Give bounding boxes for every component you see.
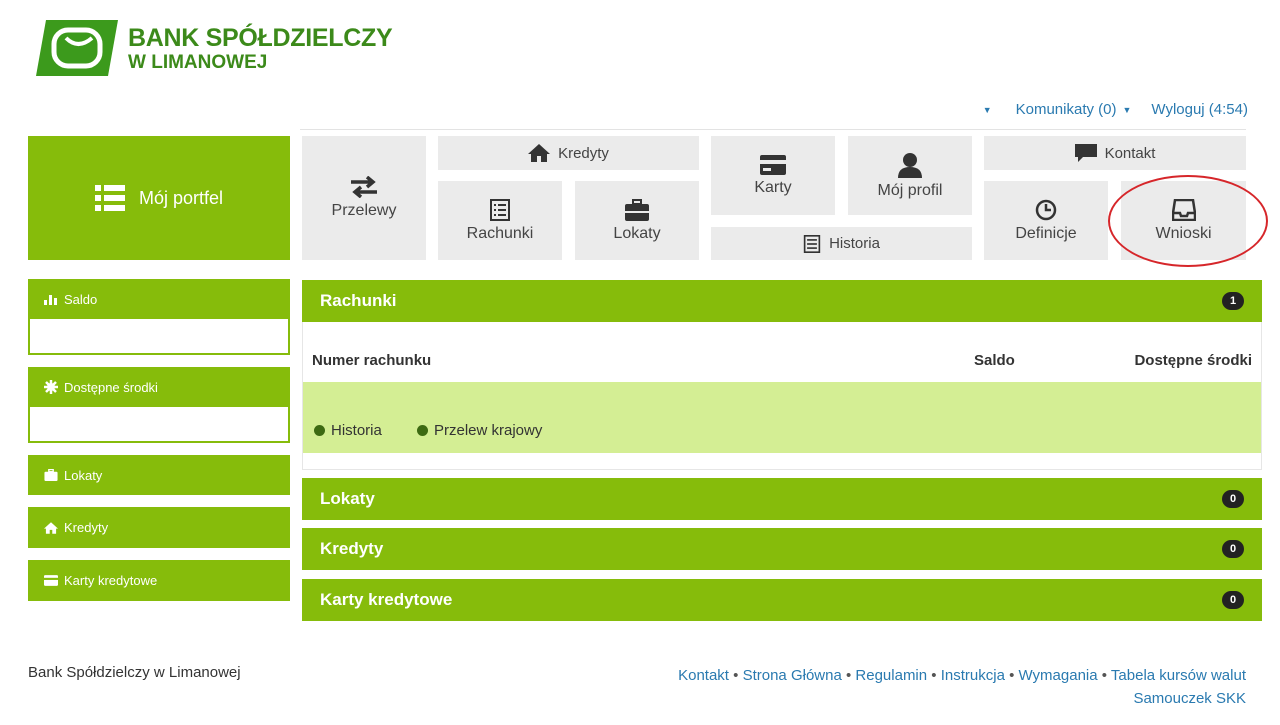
footer-bank-name: Bank Spółdzielczy w Limanowej <box>28 664 241 681</box>
gear-icon <box>44 380 58 394</box>
briefcase-small-icon <box>44 469 58 481</box>
moj-profil-label: Mój profil <box>877 181 943 199</box>
kredyty-tile[interactable]: Kredyty <box>438 136 699 170</box>
przelewy-label: Przelewy <box>331 202 397 219</box>
sidebar-kredyty-label: Kredyty <box>64 520 109 535</box>
list-icon <box>94 185 125 211</box>
kredyty-tile-label: Kredyty <box>558 144 609 162</box>
chat-bubble-icon <box>1074 144 1097 162</box>
historia-link-label: Historia <box>331 422 382 439</box>
ledger-icon <box>490 198 510 221</box>
karty-tile-label: Karty <box>754 178 792 196</box>
briefcase-icon <box>625 198 649 221</box>
panel-rachunki-count-badge: 1 <box>1222 292 1244 310</box>
ledger-small-icon <box>803 234 821 253</box>
moj-profil-tile[interactable]: Mój profil <box>848 136 972 215</box>
bullet-icon <box>417 425 428 436</box>
column-header-saldo: Saldo <box>974 352 1015 369</box>
footer-link-samouczek[interactable]: Samouczek SKK <box>1133 690 1246 707</box>
panel-lokaty-count-badge: 0 <box>1222 490 1244 508</box>
footer-link-kursy[interactable]: Tabela kursów walut <box>1111 667 1246 684</box>
karty-tile[interactable]: Karty <box>711 136 835 215</box>
footer-link-strona-glowna[interactable]: Strona Główna <box>743 667 842 684</box>
kontakt-tile[interactable]: Kontakt <box>984 136 1246 170</box>
panel-karty-title: Karty kredytowe <box>320 590 453 609</box>
lokaty-tile[interactable]: Lokaty <box>575 181 699 260</box>
sidebar-item-karty[interactable]: Karty kredytowe <box>28 560 290 601</box>
komunikaty-caret-icon[interactable]: ▼ <box>1123 105 1132 115</box>
credit-card-icon <box>760 154 786 175</box>
bank-name-line2: W LIMANOWEJ <box>128 52 268 73</box>
rachunki-tile[interactable]: Rachunki <box>438 181 562 260</box>
bank-logo[interactable]: BANK SPÓŁDZIELCZY W LIMANOWEJ <box>36 18 393 78</box>
historia-tile[interactable]: Historia <box>711 227 972 260</box>
column-header-numer: Numer rachunku <box>312 352 432 369</box>
bullet-icon <box>314 425 325 436</box>
bank-logo-icon <box>36 20 118 76</box>
rachunki-tile-label: Rachunki <box>466 224 534 242</box>
sidebar-saldo-label: Saldo <box>64 291 98 307</box>
dropdown-caret-icon[interactable]: ▼ <box>983 105 992 115</box>
annotation-circle <box>1108 175 1268 267</box>
user-icon <box>898 152 922 178</box>
panel-kredyty-title: Kredyty <box>320 539 384 558</box>
sidebar-item-lokaty[interactable]: Lokaty <box>28 455 290 495</box>
panel-rachunki-header[interactable]: Rachunki 1 <box>302 280 1262 322</box>
top-divider <box>300 129 1246 130</box>
footer-link-wymagania[interactable]: Wymagania <box>1019 667 1098 684</box>
lokaty-tile-label: Lokaty <box>613 224 661 242</box>
bar-chart-icon <box>44 295 57 305</box>
bank-name-line1: BANK SPÓŁDZIELCZY <box>128 24 393 52</box>
logout-link[interactable]: Wyloguj (4:54) <box>1151 101 1248 118</box>
panel-rachunki-body: Numer rachunku Saldo Dostępne środki His… <box>302 322 1262 470</box>
definicje-label: Definicje <box>1015 224 1077 242</box>
sidebar-dostepne-box <box>28 407 290 443</box>
sidebar-saldo-box <box>28 319 290 355</box>
panel-kredyty-count-badge: 0 <box>1222 540 1244 558</box>
moj-portfel-label: Mój portfel <box>138 187 224 208</box>
clock-icon <box>1035 199 1057 220</box>
table-row[interactable]: Historia Przelew krajowy <box>303 382 1261 453</box>
panel-kredyty-header[interactable]: Kredyty 0 <box>302 528 1262 570</box>
column-header-dostepne: Dostępne środki <box>1134 352 1252 369</box>
przelewy-tile[interactable]: Przelewy <box>302 136 426 260</box>
home-icon <box>528 144 551 162</box>
sidebar-lokaty-label: Lokaty <box>64 467 103 483</box>
historia-link[interactable]: Historia <box>314 422 382 439</box>
panel-lokaty-title: Lokaty <box>320 489 375 508</box>
footer-links: Kontakt • Strona Główna • Regulamin • In… <box>678 667 1246 707</box>
sidebar-karty-label: Karty kredytowe <box>64 573 158 588</box>
sidebar-dostepne-label: Dostępne środki <box>64 379 158 395</box>
przelew-krajowy-label: Przelew krajowy <box>434 422 543 439</box>
sidebar-item-kredyty[interactable]: Kredyty <box>28 507 290 548</box>
footer-link-regulamin[interactable]: Regulamin <box>855 667 927 684</box>
home-small-icon <box>44 521 58 534</box>
credit-card-small-icon <box>44 575 58 586</box>
transfer-arrows-icon <box>351 176 377 198</box>
top-navigation: ▼ Komunikaty (0) ▼ Wyloguj (4:54) <box>977 101 1248 118</box>
moj-portfel-tile[interactable]: Mój portfel <box>28 136 290 260</box>
panel-karty-header[interactable]: Karty kredytowe 0 <box>302 579 1262 621</box>
komunikaty-link[interactable]: Komunikaty (0) <box>1016 101 1117 118</box>
historia-tile-label: Historia <box>829 235 880 252</box>
sidebar-saldo-header[interactable]: Saldo <box>28 279 290 319</box>
definicje-tile[interactable]: Definicje <box>984 181 1108 260</box>
footer-link-kontakt[interactable]: Kontakt <box>678 667 729 684</box>
przelew-krajowy-link[interactable]: Przelew krajowy <box>417 422 542 439</box>
panel-rachunki-title: Rachunki <box>320 291 397 310</box>
panel-karty-count-badge: 0 <box>1222 591 1244 609</box>
footer-link-instrukcja[interactable]: Instrukcja <box>941 667 1005 684</box>
kontakt-tile-label: Kontakt <box>1104 144 1156 162</box>
panel-lokaty-header[interactable]: Lokaty 0 <box>302 478 1262 520</box>
sidebar-dostepne-header[interactable]: Dostępne środki <box>28 367 290 407</box>
